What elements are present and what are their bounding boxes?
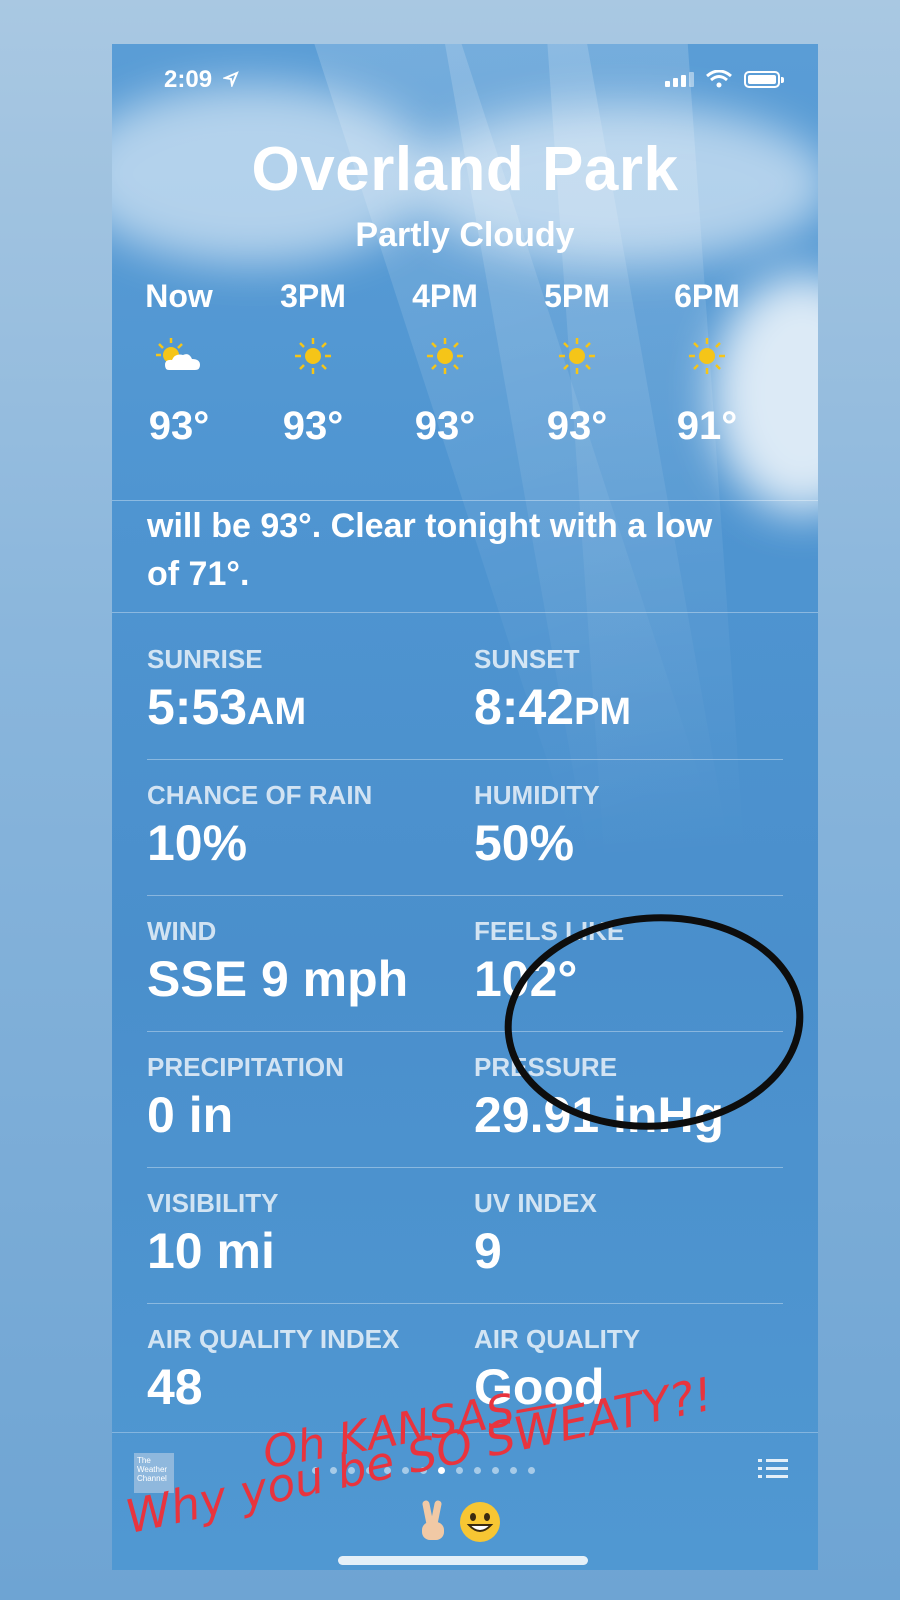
detail-sunrise: SUNRISE 5:53AM <box>147 642 306 738</box>
hour-label: Now <box>145 278 213 314</box>
hour-6pm: 6PM 91° <box>652 276 762 456</box>
daily-summary: will be 93°. Clear tonight with a low of… <box>147 502 783 598</box>
detail-value: 48 <box>147 1359 203 1415</box>
detail-label: UV INDEX <box>474 1188 597 1218</box>
hour-temp: 93° <box>414 404 476 448</box>
battery-icon <box>744 70 784 88</box>
detail-humidity: HUMIDITY 50% <box>474 778 600 874</box>
divider <box>112 500 818 501</box>
detail-value: 50% <box>474 815 575 871</box>
status-time: 2:09 <box>164 66 239 94</box>
city-list-icon[interactable] <box>758 1457 788 1479</box>
detail-row: SUNRISE 5:53AM SUNSET 8:42PM <box>147 624 783 759</box>
detail-label: VISIBILITY <box>147 1188 279 1218</box>
detail-sunset: SUNSET 8:42PM <box>474 642 631 738</box>
sun-icon <box>295 338 331 374</box>
detail-chance-of-rain: CHANCE OF RAIN 10% <box>147 778 372 874</box>
detail-label: SUNSET <box>474 644 580 674</box>
hour-temp: 93° <box>546 404 608 448</box>
sun-icon <box>559 338 595 374</box>
hourly-forecast[interactable]: Now 93° 3PM 93° 4PM 93° 5PM 93° 6PM 91° <box>112 276 818 501</box>
status-indicators <box>665 70 784 88</box>
detail-label: AIR QUALITY INDEX <box>147 1324 400 1354</box>
detail-label: AIR QUALITY <box>474 1324 641 1354</box>
detail-visibility: VISIBILITY 10 mi <box>147 1186 278 1282</box>
weather-app-screen: 2:09 Overland Park Partly Cloudy Now 93°… <box>112 44 818 1570</box>
hour-5pm: 5PM 93° <box>522 276 632 456</box>
detail-label: SUNRISE <box>147 644 263 674</box>
detail-label: CHANCE OF RAIN <box>147 780 373 810</box>
grinning-face-icon <box>460 1502 500 1542</box>
hour-label: 4PM <box>412 278 478 314</box>
hour-label: 6PM <box>674 278 740 314</box>
hour-label: 3PM <box>280 278 346 314</box>
divider <box>112 612 818 613</box>
detail-label: HUMIDITY <box>474 780 600 810</box>
detail-label: PRECIPITATION <box>147 1052 344 1082</box>
hour-temp: 93° <box>148 404 210 448</box>
hour-temp: 93° <box>282 404 344 448</box>
wifi-icon <box>706 70 732 88</box>
detail-uv-index: UV INDEX 9 <box>474 1186 597 1282</box>
city-name: Overland Park <box>251 135 679 204</box>
cellular-signal-icon <box>665 71 694 87</box>
hour-label: 5PM <box>544 278 610 314</box>
detail-label: WIND <box>147 916 217 946</box>
detail-value: 10 mi <box>147 1223 275 1279</box>
hour-temp: 91° <box>676 404 738 448</box>
detail-value: SSE 9 mph <box>147 951 409 1007</box>
detail-value: 0 in <box>147 1087 234 1143</box>
detail-value: 9 <box>474 1223 502 1279</box>
current-condition: Partly Cloudy <box>355 216 575 254</box>
location-arrow-icon <box>221 71 239 89</box>
hour-3pm: 3PM 93° <box>258 276 368 456</box>
summary-line: of 71°. <box>147 555 250 593</box>
detail-wind: WIND SSE 9 mph <box>147 914 408 1010</box>
victory-hand-icon <box>422 1500 444 1540</box>
summary-line: will be 93°. Clear tonight with a low <box>147 507 713 545</box>
partly-cloudy-icon <box>156 338 200 370</box>
detail-value: 5:53AM <box>147 679 307 735</box>
detail-row: CHANCE OF RAIN 10% HUMIDITY 50% <box>147 759 783 895</box>
home-indicator[interactable] <box>338 1556 588 1565</box>
emoji-group <box>412 1500 502 1544</box>
sun-icon <box>689 338 725 374</box>
detail-precipitation: PRECIPITATION 0 in <box>147 1050 344 1146</box>
hand-drawn-circle <box>504 914 804 1130</box>
sun-icon <box>427 338 463 374</box>
detail-row: VISIBILITY 10 mi UV INDEX 9 <box>147 1167 783 1303</box>
hour-now: Now 93° <box>124 276 234 456</box>
detail-value: 8:42PM <box>474 679 632 735</box>
hour-4pm: 4PM 93° <box>390 276 500 456</box>
detail-value: 10% <box>147 815 248 871</box>
detail-aqi: AIR QUALITY INDEX 48 <box>147 1322 399 1418</box>
